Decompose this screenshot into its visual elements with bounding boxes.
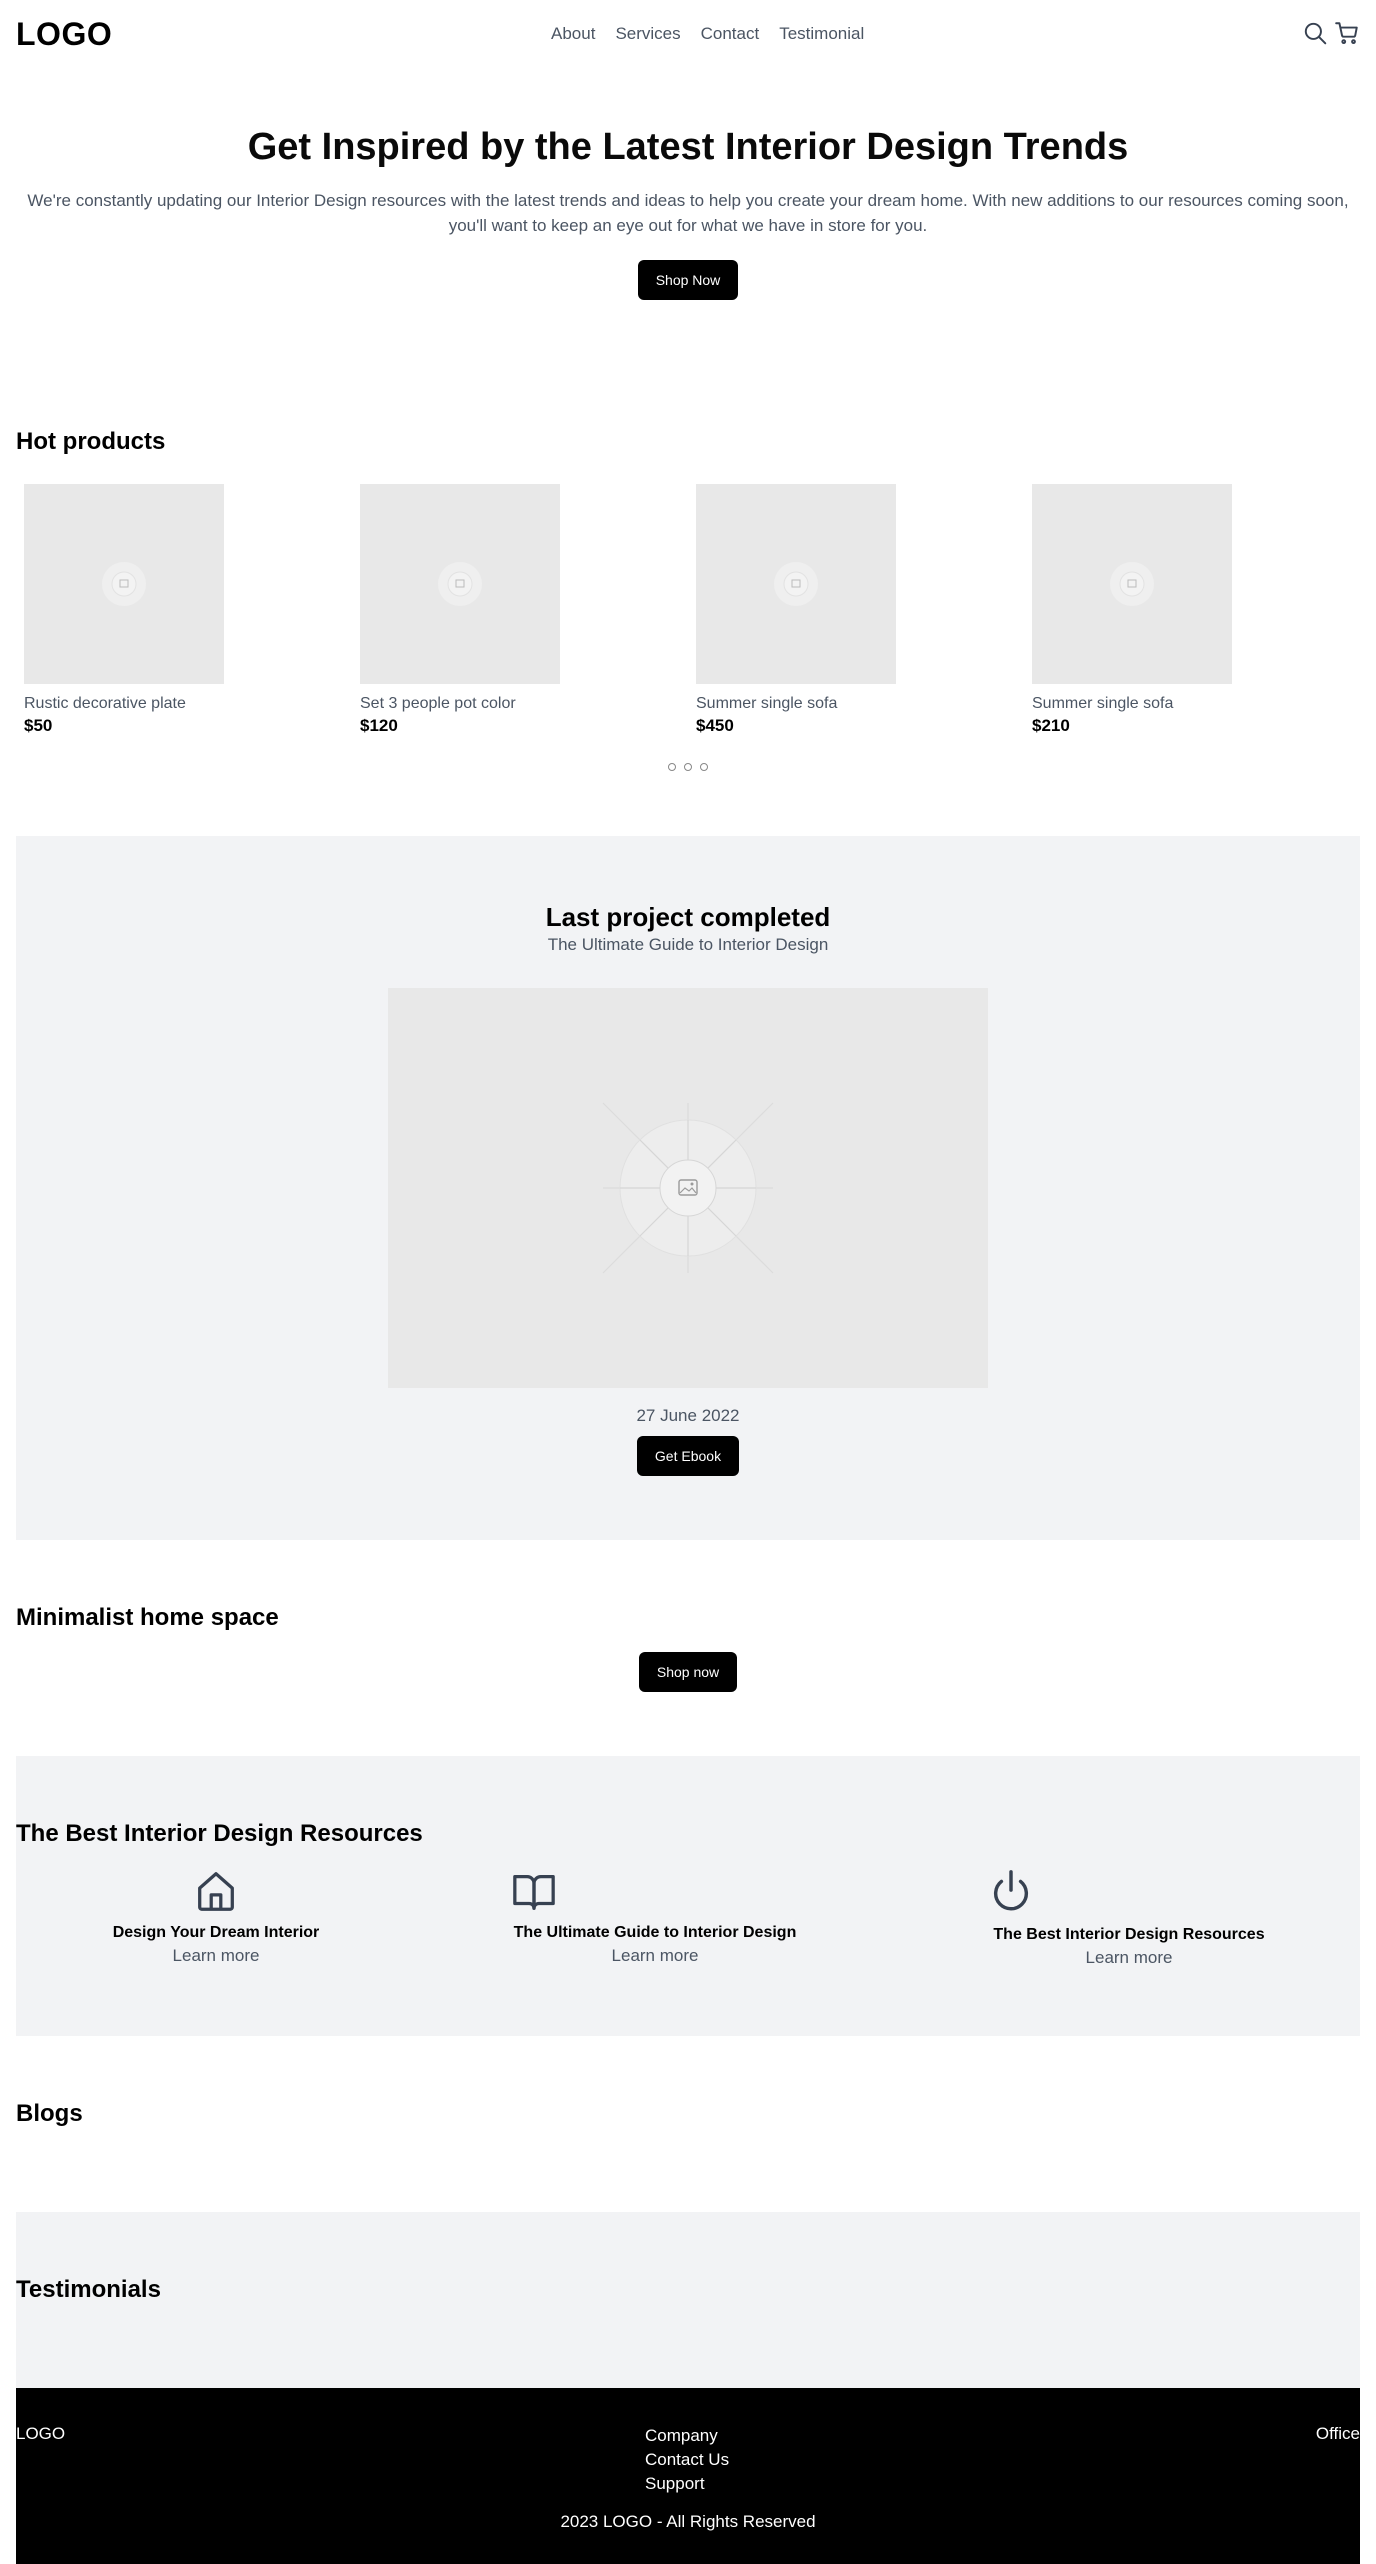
project-image-placeholder [388,988,988,1388]
site-header: LOGO About Services Contact Testimonial [0,0,1376,68]
nav-link-about[interactable]: About [551,24,595,44]
last-project-title: Last project completed [545,902,831,932]
minimalist-title: Minimalist home space [16,1604,279,1631]
footer-office-link[interactable]: Office [1316,2424,1360,2444]
last-project-subtitle: The Ultimate Guide to Interior Design [547,935,829,954]
product-price: $450 [696,716,734,735]
hero-description: We're constantly updating our Interior D… [27,191,1349,235]
footer-link-support[interactable]: Support [645,2472,729,2496]
shop-now-secondary-button[interactable]: Shop now [639,1652,737,1692]
header-actions [1302,20,1360,46]
site-logo[interactable]: LOGO [16,16,112,53]
resources-title: The Best Interior Design Resources [16,1820,423,1847]
footer-copyright: 2023 LOGO - All Rights Reserved [560,2512,816,2531]
product-image-placeholder [1032,484,1232,684]
nav-link-contact[interactable]: Contact [701,24,760,44]
home-icon [110,1868,322,1914]
product-price: $210 [1032,716,1070,735]
project-date: 27 June 2022 [636,1406,740,1425]
site-footer: LOGO Company Contact Us Support Office 2… [16,2388,1360,2564]
carousel-dot[interactable] [668,763,676,771]
resource-card: The Ultimate Guide to Interior Design Le… [508,1868,802,1966]
blogs-title: Blogs [16,2100,83,2127]
learn-more-link[interactable]: Learn more [110,1946,322,1966]
product-name: Rustic decorative plate [24,695,186,712]
product-image-placeholder [24,484,224,684]
testimonials-title: Testimonials [16,2276,161,2303]
footer-link-company[interactable]: Company [645,2424,729,2448]
product-price: $120 [360,716,398,735]
get-ebook-button[interactable]: Get Ebook [637,1436,739,1476]
book-icon [510,1868,802,1914]
carousel-dot[interactable] [700,763,708,771]
cart-icon[interactable] [1334,20,1360,46]
nav-link-services[interactable]: Services [615,24,680,44]
main-nav: About Services Contact Testimonial [551,24,864,44]
product-image-placeholder [360,484,560,684]
product-price: $50 [24,716,53,735]
product-name: Set 3 people pot color [360,695,516,712]
product-card[interactable]: Summer single sofa $450 [696,484,916,736]
carousel-dots [668,763,708,771]
footer-link-contact-us[interactable]: Contact Us [645,2448,729,2472]
product-image-placeholder [696,484,896,684]
hot-products-title: Hot products [16,428,166,455]
search-icon[interactable] [1302,20,1328,46]
hero-title: Get Inspired by the Latest Interior Desi… [247,126,1129,168]
footer-links: Company Contact Us Support [645,2424,729,2496]
resource-title: The Best Interior Design Resources [993,1926,1265,1943]
product-name: Summer single sofa [696,695,838,712]
resource-card: The Best Interior Design Resources Learn… [988,1868,1270,1968]
product-card[interactable]: Rustic decorative plate $50 [24,484,244,736]
power-icon [988,1868,1270,1916]
product-card[interactable]: Set 3 people pot color $120 [360,484,580,736]
resource-title: Design Your Dream Interior [112,1924,320,1941]
learn-more-link[interactable]: Learn more [508,1946,802,1966]
product-name: Summer single sofa [1032,695,1174,712]
testimonials-section [16,2212,1360,2388]
learn-more-link[interactable]: Learn more [988,1948,1270,1968]
product-card[interactable]: Summer single sofa $210 [1032,484,1252,736]
resource-title: The Ultimate Guide to Interior Design [513,1924,797,1941]
carousel-dot[interactable] [684,763,692,771]
resource-card: Design Your Dream Interior Learn more [110,1868,322,1966]
footer-logo[interactable]: LOGO [16,2424,65,2444]
shop-now-button[interactable]: Shop Now [638,260,738,300]
nav-link-testimonial[interactable]: Testimonial [779,24,864,44]
